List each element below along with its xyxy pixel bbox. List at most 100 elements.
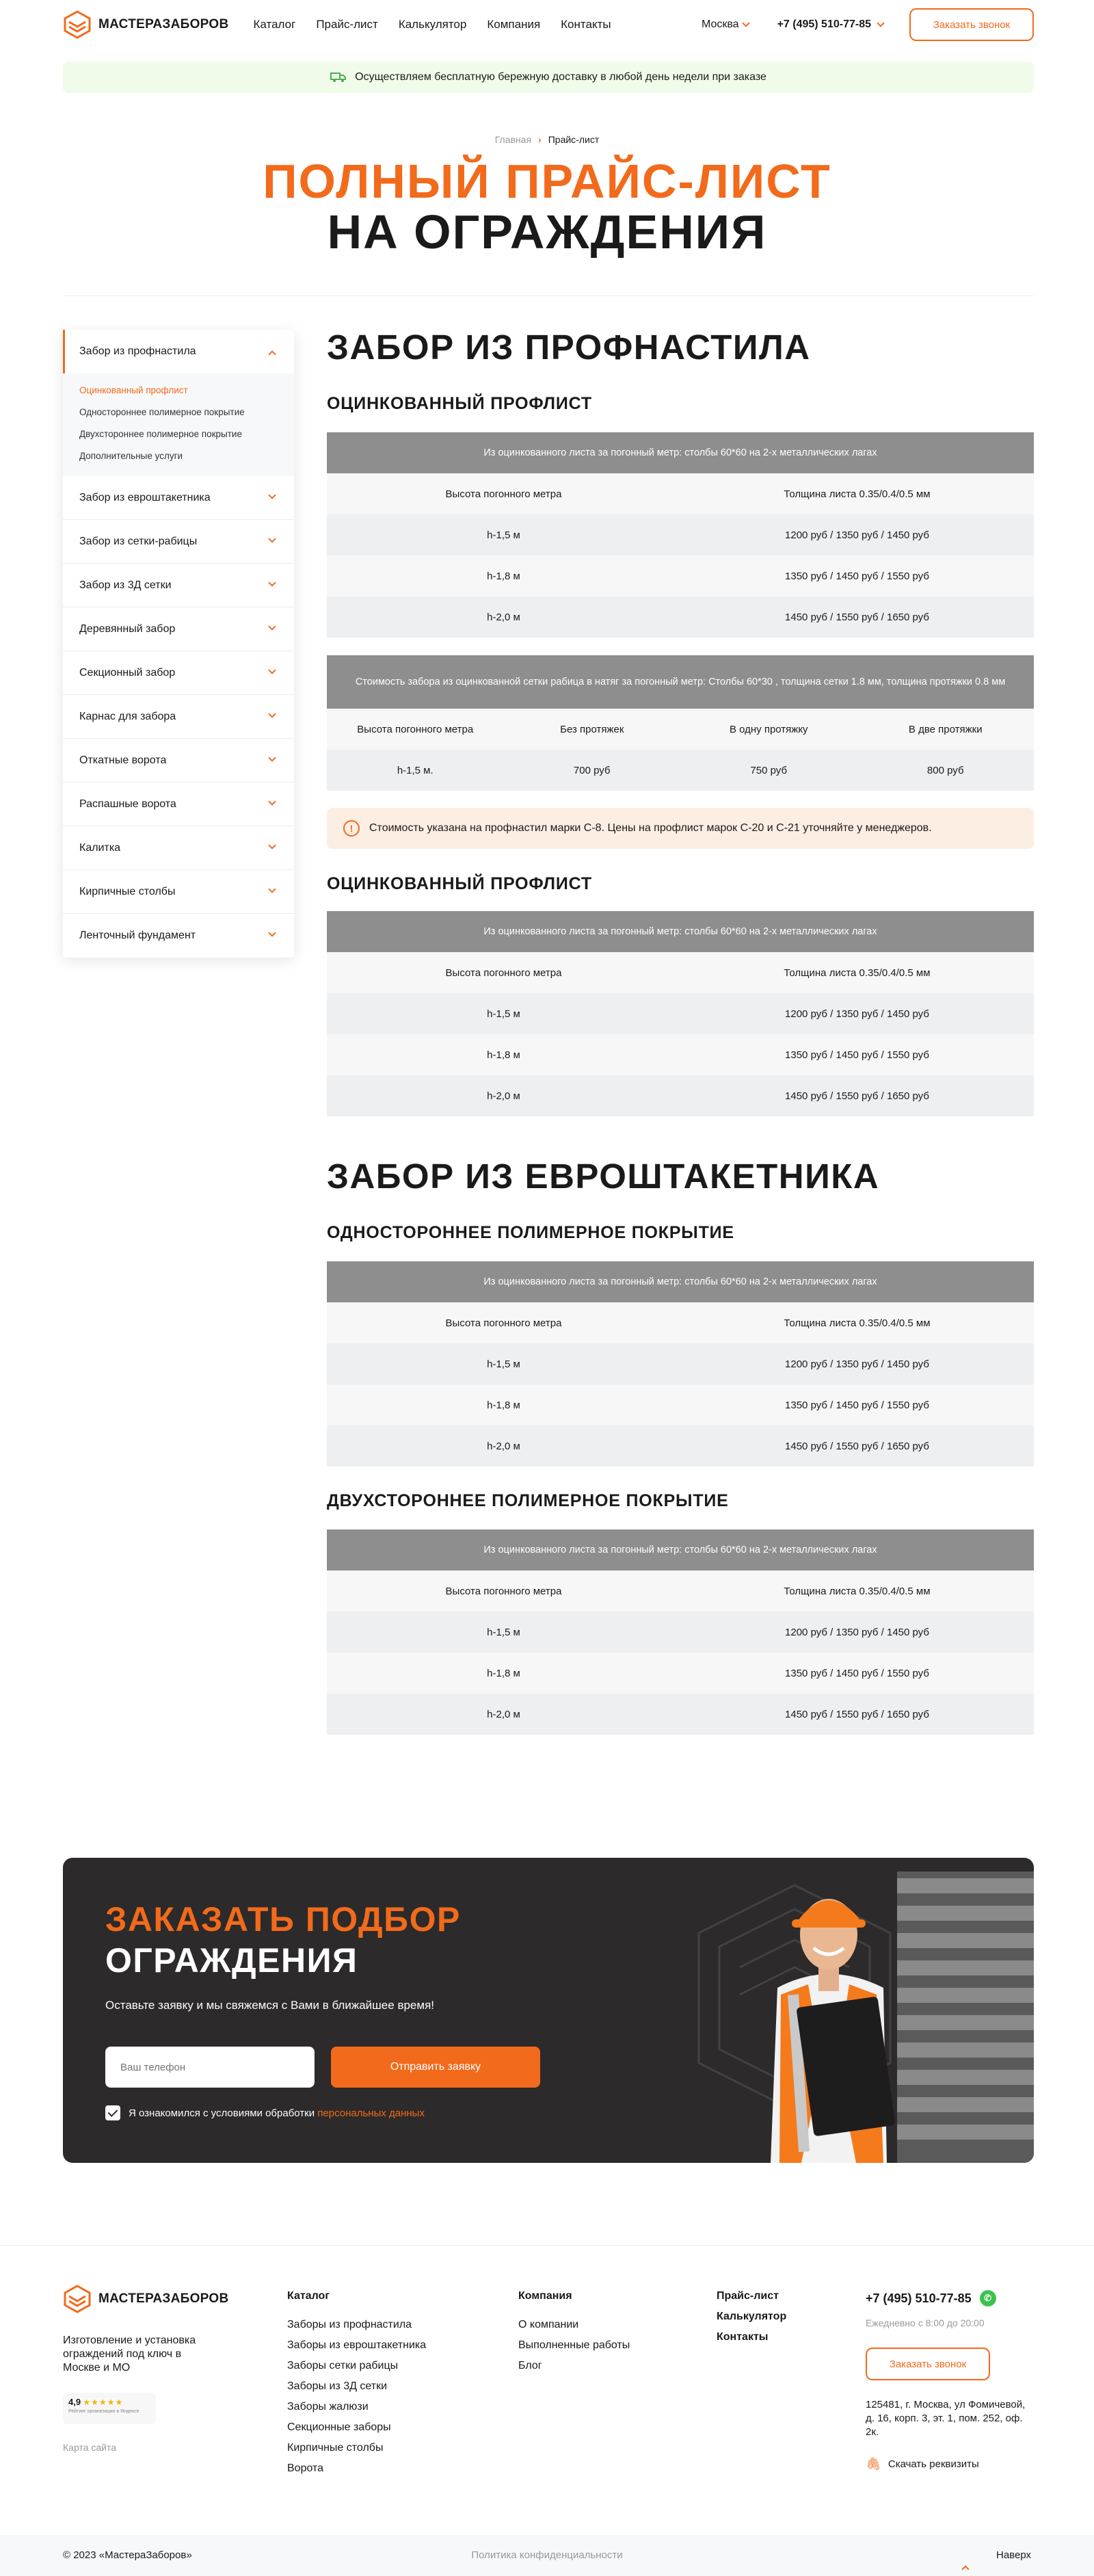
table-cell: h-1,5 м: [487, 1008, 520, 1020]
whatsapp-icon[interactable]: ✆: [979, 2290, 996, 2306]
delivery-banner: Осуществляем бесплатную бережную доставк…: [63, 62, 1034, 93]
nav-calculator[interactable]: Калькулятор: [399, 18, 467, 31]
nav-contacts[interactable]: Контакты: [561, 18, 611, 31]
footer-link[interactable]: Заборы жалюзи: [287, 2401, 426, 2413]
breadcrumb-home[interactable]: Главная: [495, 134, 531, 145]
sidebar-subitem-one-side-polymer[interactable]: Одностороннее полимерное покрытие: [79, 401, 278, 423]
nav-price-list[interactable]: Прайс-лист: [316, 18, 378, 31]
logo[interactable]: МАСТЕРАЗАБОРОВ: [63, 10, 229, 39]
breadcrumb: Главная › Прайс-лист: [0, 134, 1094, 145]
notice-text: Стоимость указана на профнастил марки С-…: [369, 822, 932, 834]
sitemap-link[interactable]: Карта сайта: [63, 2442, 116, 2453]
footer-link[interactable]: Заборы сетки рабицы: [287, 2360, 426, 2372]
sidebar-subitem-galvanized[interactable]: Оцинкованный профлист: [79, 379, 278, 401]
footer-link[interactable]: Заборы из евроштакетника: [287, 2339, 426, 2352]
sidebar-item[interactable]: Забор из евроштакетника: [63, 476, 294, 520]
subsection-title: ДВУХСТОРОННЕЕ ПОЛИМЕРНОЕ ПОКРЫТИЕ: [327, 1491, 729, 1510]
logo-icon: [64, 2285, 91, 2313]
footer-link[interactable]: Выполненные работы: [518, 2339, 630, 2352]
nav-company[interactable]: Компания: [487, 18, 540, 31]
sidebar-item[interactable]: Распашные ворота: [63, 783, 294, 826]
nav-catalog[interactable]: Каталог: [254, 18, 296, 31]
sidebar-item[interactable]: Ленточный фундамент: [63, 914, 294, 958]
consent-checkbox[interactable]: [105, 2105, 120, 2120]
yandex-rating-badge[interactable]: 4,9 ★★★★★ Рейтинг организации в Яндексе: [63, 2393, 156, 2424]
table-cell: Высота погонного метра: [445, 488, 562, 500]
truck-icon: [330, 73, 347, 82]
table-row: h-2,0 м 1450 руб / 1550 руб / 1650 руб: [327, 1075, 1034, 1116]
sidebar-item[interactable]: Деревянный забор: [63, 607, 294, 651]
scroll-to-top-label: Наверх: [996, 2549, 1031, 2561]
footer-logo[interactable]: МАСТЕРАЗАБОРОВ: [63, 2285, 229, 2313]
chevron-down-icon: [268, 798, 276, 806]
chevron-down-icon: [268, 535, 276, 543]
table-row: h-1,5 м 1200 руб / 1350 руб / 1450 руб: [327, 1343, 1034, 1384]
footer-link[interactable]: Заборы из профнастила: [287, 2319, 426, 2331]
callback-button[interactable]: Заказать звонок: [909, 8, 1034, 41]
footer-link[interactable]: Кирпичные столбы: [287, 2442, 426, 2454]
submit-request-button[interactable]: Отправить заявку: [331, 2047, 540, 2088]
privacy-policy-link[interactable]: Политика конфиденциальности: [0, 2549, 1094, 2561]
sidebar-item-label: Секционный забор: [79, 666, 176, 679]
sidebar-item-label: Калитка: [79, 841, 121, 854]
sidebar-item[interactable]: Карнас для забора: [63, 695, 294, 739]
sidebar-item[interactable]: Секционный забор: [63, 651, 294, 695]
footer-link[interactable]: Ворота: [287, 2462, 426, 2475]
consent-label: Я ознакомился с условиями обработки: [129, 2107, 315, 2119]
table-cell: Высота погонного метра: [357, 723, 474, 735]
footer-link[interactable]: Секционные заборы: [287, 2421, 426, 2434]
table-cell: h-1,5 м: [487, 1358, 520, 1370]
table-cell: h-1,8 м: [487, 1049, 520, 1061]
chevron-down-icon: [268, 754, 276, 762]
table-cell: 1350 руб / 1450 руб / 1550 руб: [785, 570, 929, 582]
sidebar-subitem-two-side-polymer[interactable]: Двухстороннее полимерное покрытие: [79, 423, 278, 445]
footer-phone[interactable]: +7 (495) 510-77-85 ✆: [866, 2290, 996, 2306]
table-row: h-1,5 м 1200 руб / 1350 руб / 1450 руб: [327, 993, 1034, 1034]
sidebar-item[interactable]: Забор из сетки-рабицы: [63, 520, 294, 564]
personal-data-link[interactable]: персональных данных: [317, 2107, 425, 2119]
cta-illustration: [697, 1871, 1034, 2163]
table-cell: 1450 руб / 1550 руб / 1650 руб: [785, 1440, 929, 1452]
subsection-title: ОЦИНКОВАННЫЙ ПРОФЛИСТ: [327, 874, 592, 893]
sidebar-item-label: Ленточный фундамент: [79, 930, 196, 941]
phone-input[interactable]: [105, 2047, 315, 2088]
paperclip-icon: 🖇: [866, 2457, 881, 2471]
footer-callback-button[interactable]: Заказать звонок: [866, 2348, 990, 2380]
page-title-line1: ПОЛНЫЙ ПРАЙС-ЛИСТ: [263, 155, 831, 208]
price-table: Из оцинкованного листа за погонный метр:…: [327, 432, 1034, 638]
chevron-down-icon: [268, 491, 276, 499]
table-row: h-1,5 м 1200 руб / 1350 руб / 1450 руб: [327, 1612, 1034, 1653]
sidebar-subitem-extra-services[interactable]: Дополнительные услуги: [79, 445, 278, 466]
sidebar-item[interactable]: Откатные ворота: [63, 739, 294, 783]
footer-link[interactable]: О компании: [518, 2319, 630, 2331]
table-cell: 1350 руб / 1450 руб / 1550 руб: [785, 1667, 929, 1679]
section-title: ЗАБОР ИЗ ЕВРОШТАКЕТНИКА: [327, 1157, 880, 1196]
table-row: h-1,8 м 1350 руб / 1450 руб / 1550 руб: [327, 1384, 1034, 1425]
rating-caption: Рейтинг организации в Яндексе: [68, 2409, 139, 2414]
table-body: Высота погонного метра Толщина листа 0.35…: [327, 1302, 1034, 1467]
download-requisites-link[interactable]: 🖇 Скачать реквизиты: [866, 2457, 979, 2471]
logo-icon: [64, 10, 91, 39]
working-hours: Ежедневно с 8:00 до 20:00: [866, 2317, 985, 2328]
scroll-to-top-button[interactable]: Наверх: [961, 2549, 1031, 2573]
table-cell: В две протяжки: [908, 723, 983, 735]
table-cell: 1200 руб / 1350 руб / 1450 руб: [785, 1358, 929, 1370]
footer-link-price-list[interactable]: Прайс-лист: [717, 2290, 786, 2302]
chevron-down-icon: [741, 19, 750, 27]
sidebar-item[interactable]: Калитка: [63, 826, 294, 870]
sidebar-item-profnastil[interactable]: Забор из профнастила: [63, 330, 294, 373]
footer-link[interactable]: Заборы из 3Д сетки: [287, 2380, 426, 2393]
sidebar-item[interactable]: Забор из 3Д сетки: [63, 564, 294, 607]
city-label: Москва: [701, 18, 739, 30]
rating-stars-icon: ★★★★★: [83, 2397, 124, 2407]
table-cell: 1350 руб / 1450 руб / 1550 руб: [785, 1049, 929, 1061]
footer-link[interactable]: Блог: [518, 2360, 630, 2372]
main-nav: Каталог Прайс-лист Калькулятор Компания …: [254, 18, 611, 31]
footer-link-calculator[interactable]: Калькулятор: [717, 2311, 786, 2323]
chevron-down-icon: [268, 622, 276, 631]
sidebar-item[interactable]: Кирпичные столбы: [63, 870, 294, 914]
table-row: h-1,8 м 1350 руб / 1450 руб / 1550 руб: [327, 1653, 1034, 1694]
city-selector[interactable]: Москва: [701, 18, 750, 31]
phone-selector[interactable]: +7 (495) 510-77-85: [777, 18, 885, 31]
footer-link-contacts[interactable]: Контакты: [717, 2331, 786, 2343]
